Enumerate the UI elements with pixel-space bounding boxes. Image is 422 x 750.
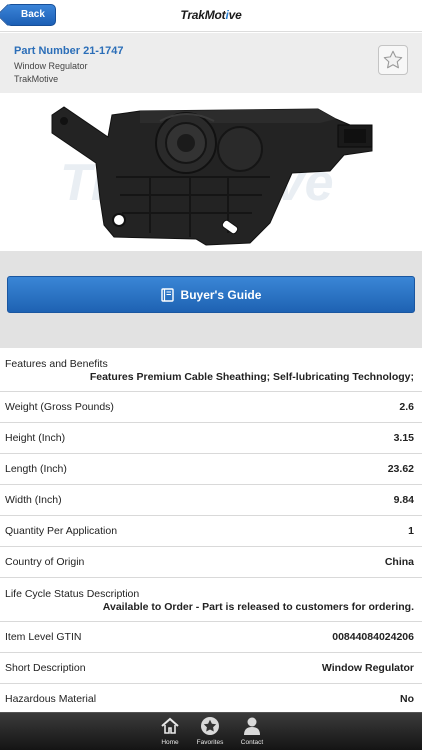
- contact-person-icon: [244, 717, 260, 735]
- spec-label: Country of Origin: [5, 556, 85, 568]
- spec-value: Window Regulator: [321, 662, 414, 674]
- buyers-guide-section: Buyer's Guide: [0, 251, 422, 348]
- spec-value: China: [384, 556, 414, 568]
- spec-row-length: Length (Inch) 23.62: [0, 454, 422, 485]
- spec-value: 1: [408, 525, 414, 537]
- spec-value: 3.15: [393, 432, 414, 444]
- spec-label: Short Description: [5, 662, 86, 674]
- spec-label: Hazardous Material: [5, 693, 97, 705]
- spec-label: Item Level GTIN: [5, 631, 82, 643]
- window-regulator-motor-image: TrakMotive: [51, 106, 373, 246]
- spec-value: 2.6: [399, 401, 414, 413]
- spec-label: Features and Benefits: [5, 358, 108, 370]
- back-button-label: Back: [21, 9, 45, 20]
- home-icon: [161, 717, 179, 734]
- part-header: Part Number 21-1747 Window Regulator Tra…: [0, 33, 422, 93]
- spec-row-weight: Weight (Gross Pounds) 2.6: [0, 392, 422, 423]
- part-number: Part Number 21-1747: [14, 45, 124, 57]
- spec-value: No: [400, 693, 414, 705]
- spec-row-height: Height (Inch) 3.15: [0, 423, 422, 454]
- spec-row-gtin: Item Level GTIN 00844084024206: [0, 622, 422, 653]
- spec-label: Weight (Gross Pounds): [5, 401, 114, 413]
- tab-favorites-label: Favorites: [196, 739, 224, 746]
- spec-value: 23.62: [387, 463, 414, 475]
- tab-contact[interactable]: Contact: [232, 716, 272, 746]
- tab-favorites[interactable]: Favorites: [190, 716, 230, 746]
- spec-label: Height (Inch): [5, 432, 66, 444]
- part-name: Window Regulator: [14, 61, 88, 71]
- spec-label: Length (Inch): [5, 463, 67, 475]
- tab-home[interactable]: Home: [150, 716, 190, 746]
- tab-contact-label: Contact: [240, 739, 264, 746]
- spec-label: Width (Inch): [5, 494, 62, 506]
- spec-row-short-description: Short Description Window Regulator: [0, 653, 422, 684]
- spec-row-quantity: Quantity Per Application 1: [0, 516, 422, 547]
- top-navbar: Back TrakMotive: [0, 0, 422, 32]
- spec-value: Features Premium Cable Sheathing; Self-l…: [89, 371, 414, 383]
- spec-value: Available to Order - Part is released to…: [102, 601, 414, 613]
- tab-home-label: Home: [161, 739, 179, 746]
- favorites-star-icon: [201, 717, 219, 735]
- spec-label: Life Cycle Status Description: [5, 588, 140, 600]
- spec-label: Quantity Per Application: [5, 525, 118, 537]
- spec-row-origin: Country of Origin China: [0, 547, 422, 578]
- buyers-guide-button[interactable]: Buyer's Guide: [7, 276, 415, 313]
- favorite-button[interactable]: [378, 45, 408, 75]
- spec-value: 00844084024206: [332, 631, 414, 643]
- book-icon: [160, 287, 174, 302]
- product-image: TrakMotive: [0, 93, 422, 251]
- spec-row-width: Width (Inch) 9.84: [0, 485, 422, 516]
- part-brand: TrakMotive: [14, 74, 59, 84]
- bottom-tabbar: Home Favorites Contact: [0, 712, 422, 750]
- spec-row-hazardous: Hazardous Material No: [0, 684, 422, 715]
- star-icon: [383, 50, 403, 69]
- buyers-guide-label: Buyer's Guide: [180, 287, 262, 302]
- spec-list: Features and Benefits Features Premium C…: [0, 348, 422, 715]
- spec-value: 9.84: [393, 494, 414, 506]
- spec-row-lifecycle: Life Cycle Status Description Available …: [0, 578, 422, 622]
- brand-logo: TrakMotive: [180, 8, 242, 22]
- spec-row-features: Features and Benefits Features Premium C…: [0, 348, 422, 392]
